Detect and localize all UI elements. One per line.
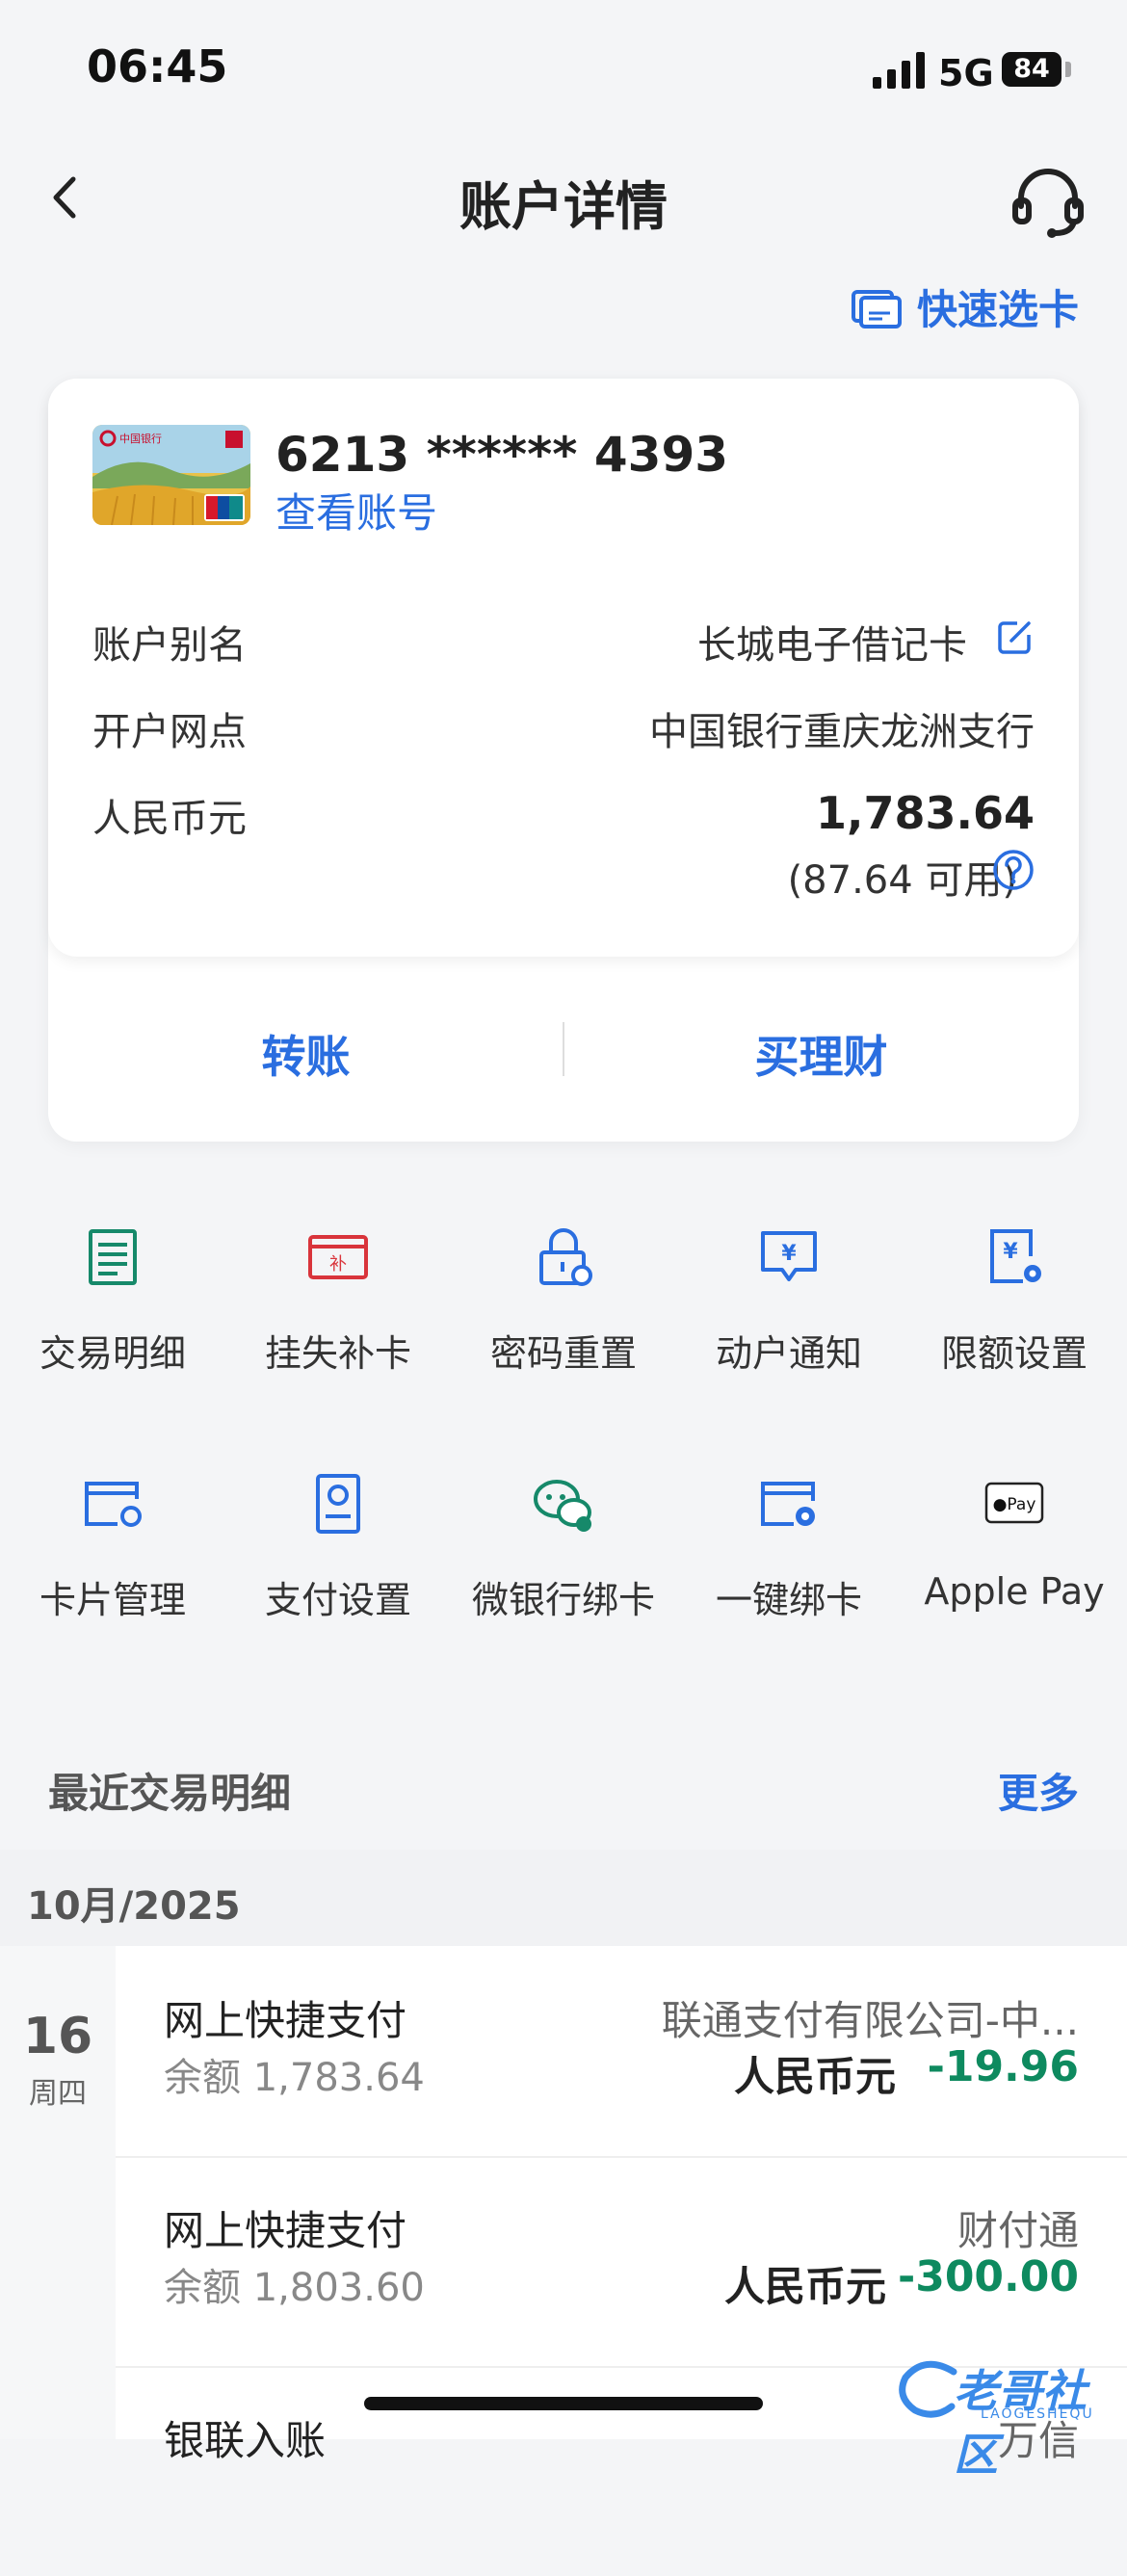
balance-amount: 1,783.64 <box>816 787 1035 839</box>
tx-currency: 人民币元 <box>733 2053 896 2100</box>
page-title: 账户详情 <box>459 176 668 237</box>
apple-pay-icon: ●Pay <box>984 1482 1044 1524</box>
func-label: 限额设置 <box>940 1332 1088 1375</box>
svg-text:¥: ¥ <box>1003 1240 1018 1264</box>
alias-label: 账户别名 <box>92 623 247 668</box>
tx-title: 网上快捷支付 <box>164 2207 407 2254</box>
month-label: 10月/2025 <box>27 1884 241 1929</box>
battery-tip <box>1065 62 1071 77</box>
month-header: 10月/2025 <box>0 1850 1127 1946</box>
tx-amount: -300.00 <box>897 2252 1079 2301</box>
card-management-button[interactable]: 卡片管理 <box>0 1470 225 1623</box>
watermark-logo: 老哥社区 LAOGESHEQU <box>896 2351 1117 2481</box>
account-notification-button[interactable]: ¥ 动户通知 <box>676 1223 902 1377</box>
buy-wealth-button[interactable]: 买理财 <box>564 1022 1079 1086</box>
date-column: 16 周四 <box>0 1946 116 2439</box>
limit-setting-icon: ¥ <box>990 1229 1041 1283</box>
lock-reset-icon <box>539 1228 592 1286</box>
tx-currency: 人民币元 <box>723 2263 886 2310</box>
wechat-bind-icon <box>534 1480 591 1532</box>
tx-merchant: 财付通 <box>957 2207 1079 2254</box>
transfer-button[interactable]: 转账 <box>48 1022 564 1086</box>
bank-card-image: 中国银行 <box>92 425 250 525</box>
watermark-subtext: LAOGESHEQU <box>981 2406 1094 2422</box>
balance-row: 人民币元 1,783.64 <box>92 787 1035 845</box>
func-label: 一键绑卡 <box>715 1579 862 1621</box>
func-label: 密码重置 <box>489 1332 637 1375</box>
account-card-panel: 中国银行 6213 ****** 4393 查看账号 账户别名 长城电子借记卡 … <box>48 379 1079 1142</box>
svg-text:¥: ¥ <box>781 1242 797 1266</box>
tx-title: 银联入账 <box>164 2417 327 2464</box>
one-click-bind-icon <box>761 1482 815 1526</box>
nav-bar: 账户详情 <box>0 135 1127 260</box>
tx-balance: 余额 1,803.60 <box>164 2266 425 2310</box>
func-label: 动户通知 <box>715 1332 862 1375</box>
func-label: 交易明细 <box>39 1332 186 1375</box>
customer-service-icon[interactable] <box>1009 164 1087 241</box>
edit-icon[interactable] <box>996 618 1035 656</box>
report-loss-icon: 补 <box>308 1235 368 1279</box>
more-link[interactable]: 更多 <box>998 1761 1079 1820</box>
home-indicator[interactable] <box>364 2397 763 2410</box>
card-number: 6213 ****** 4393 <box>275 427 729 483</box>
one-click-bind-button[interactable]: 一键绑卡 <box>676 1470 902 1623</box>
alias-value: 长城电子借记卡 <box>697 623 967 668</box>
password-reset-button[interactable]: 密码重置 <box>451 1223 676 1377</box>
func-label: Apple Pay <box>924 1570 1105 1613</box>
branch-value: 中国银行重庆龙洲支行 <box>649 710 1035 754</box>
report-loss-button[interactable]: 补 挂失补卡 <box>225 1223 451 1377</box>
notification-icon: ¥ <box>761 1231 817 1281</box>
day-number: 16 <box>22 2008 93 2065</box>
card-bank-name: 中国银行 <box>119 432 162 445</box>
wechat-bind-button[interactable]: 微银行绑卡 <box>451 1470 676 1623</box>
svg-text:●Pay: ●Pay <box>993 1495 1036 1514</box>
func-label: 微银行绑卡 <box>471 1579 655 1621</box>
document-icon <box>89 1229 137 1285</box>
signal-icon <box>873 52 925 89</box>
status-bar: 06:45 5G 84 <box>0 0 1127 135</box>
transaction-row[interactable]: 网上快捷支付 余额 1,783.64 联通支付有限公司-中... 人民币元 -1… <box>116 1946 1127 2158</box>
alias-row: 账户别名 长城电子借记卡 <box>92 614 1035 671</box>
func-label: 挂失补卡 <box>264 1332 411 1375</box>
branch-row: 开户网点 中国银行重庆龙洲支行 <box>92 700 1035 758</box>
status-time: 06:45 <box>87 40 228 92</box>
func-label: 卡片管理 <box>39 1579 186 1621</box>
branch-label: 开户网点 <box>92 710 247 754</box>
account-info-section: 中国银行 6213 ****** 4393 查看账号 账户别名 长城电子借记卡 … <box>48 379 1079 957</box>
weekday: 周四 <box>29 2077 87 2111</box>
transaction-row[interactable]: 网上快捷支付 余额 1,803.60 财付通 人民币元 -300.00 <box>116 2156 1127 2368</box>
limit-setting-button[interactable]: ¥ 限额设置 <box>902 1223 1127 1377</box>
battery-icon: 84 <box>1002 52 1061 87</box>
tx-amount: -19.96 <box>927 2042 1079 2091</box>
payment-setting-icon <box>316 1474 360 1534</box>
quick-select-card-button[interactable]: 快速选卡 <box>851 277 1079 336</box>
help-icon[interactable] <box>992 849 1035 891</box>
quick-select-label: 快速选卡 <box>916 286 1079 333</box>
func-label: 支付设置 <box>264 1579 411 1621</box>
tx-merchant: 联通支付有限公司-中... <box>661 1997 1079 2044</box>
svg-text:补: 补 <box>329 1254 347 1275</box>
card-manage-icon <box>85 1482 142 1527</box>
currency-label: 人民币元 <box>92 797 247 841</box>
payment-setting-button[interactable]: 支付设置 <box>225 1470 451 1623</box>
tx-title: 网上快捷支付 <box>164 1997 407 2044</box>
available-balance: (87.64 可用) <box>787 858 1017 903</box>
tx-balance: 余额 1,783.64 <box>164 2056 425 2100</box>
network-type: 5G <box>938 52 994 94</box>
apple-pay-button[interactable]: ●Pay Apple Pay <box>902 1470 1127 1613</box>
recent-transactions-title: 最近交易明细 <box>48 1770 292 1817</box>
card-switch-icon <box>851 289 902 329</box>
view-account-link[interactable]: 查看账号 <box>275 481 437 539</box>
transaction-details-button[interactable]: 交易明细 <box>0 1223 225 1377</box>
